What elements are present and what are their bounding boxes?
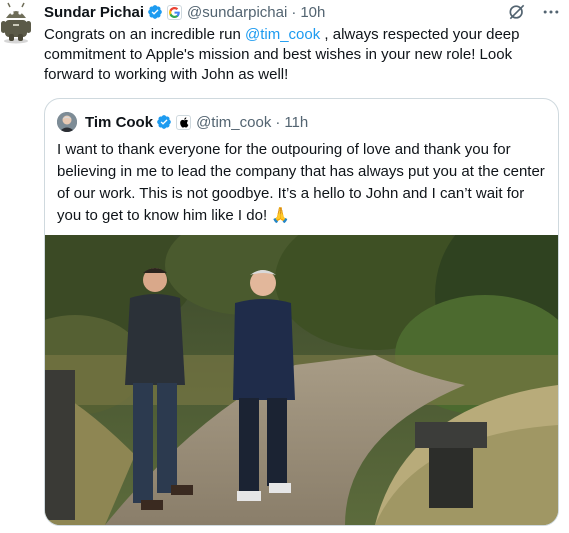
quoted-header-separator: · [275,113,281,131]
author-name[interactable]: Sundar Pichai [44,4,144,21]
quoted-tweet-text: I want to thank everyone for the outpour… [57,141,545,224]
tweet-text: Congrats on an incredible run @tim_cook … [44,25,559,85]
more-options-icon[interactable] [541,2,561,22]
quoted-tweet-timestamp[interactable]: 11h [284,114,308,131]
tweet-text-before: Congrats on an incredible run [44,26,245,43]
tweet-header: Sundar Pichai @sundarpichai · 10h [44,2,325,22]
author-handle[interactable]: @sundarpichai [187,4,287,21]
verified-badge-icon [148,5,162,19]
quoted-author-handle[interactable]: @tim_cook [196,114,271,131]
grok-icon[interactable] [507,2,527,22]
tweet-top-actions [507,2,561,22]
quoted-author-avatar[interactable] [57,112,77,132]
header-separator: · [291,3,297,21]
google-logo-icon[interactable] [167,4,183,20]
author-avatar[interactable] [0,0,32,44]
quoted-author-name[interactable]: Tim Cook [85,114,153,131]
tweet-timestamp[interactable]: 10h [300,4,325,21]
apple-logo-icon[interactable] [176,114,192,130]
quoted-tweet-header: Tim Cook @tim_cook · 11h [57,111,308,133]
quoted-tweet[interactable]: Tim Cook @tim_cook · 11h I want to thank… [44,98,559,526]
verified-badge-icon [157,115,171,129]
mention-link[interactable]: @tim_cook [245,26,320,43]
tweet-photo[interactable] [45,235,558,525]
